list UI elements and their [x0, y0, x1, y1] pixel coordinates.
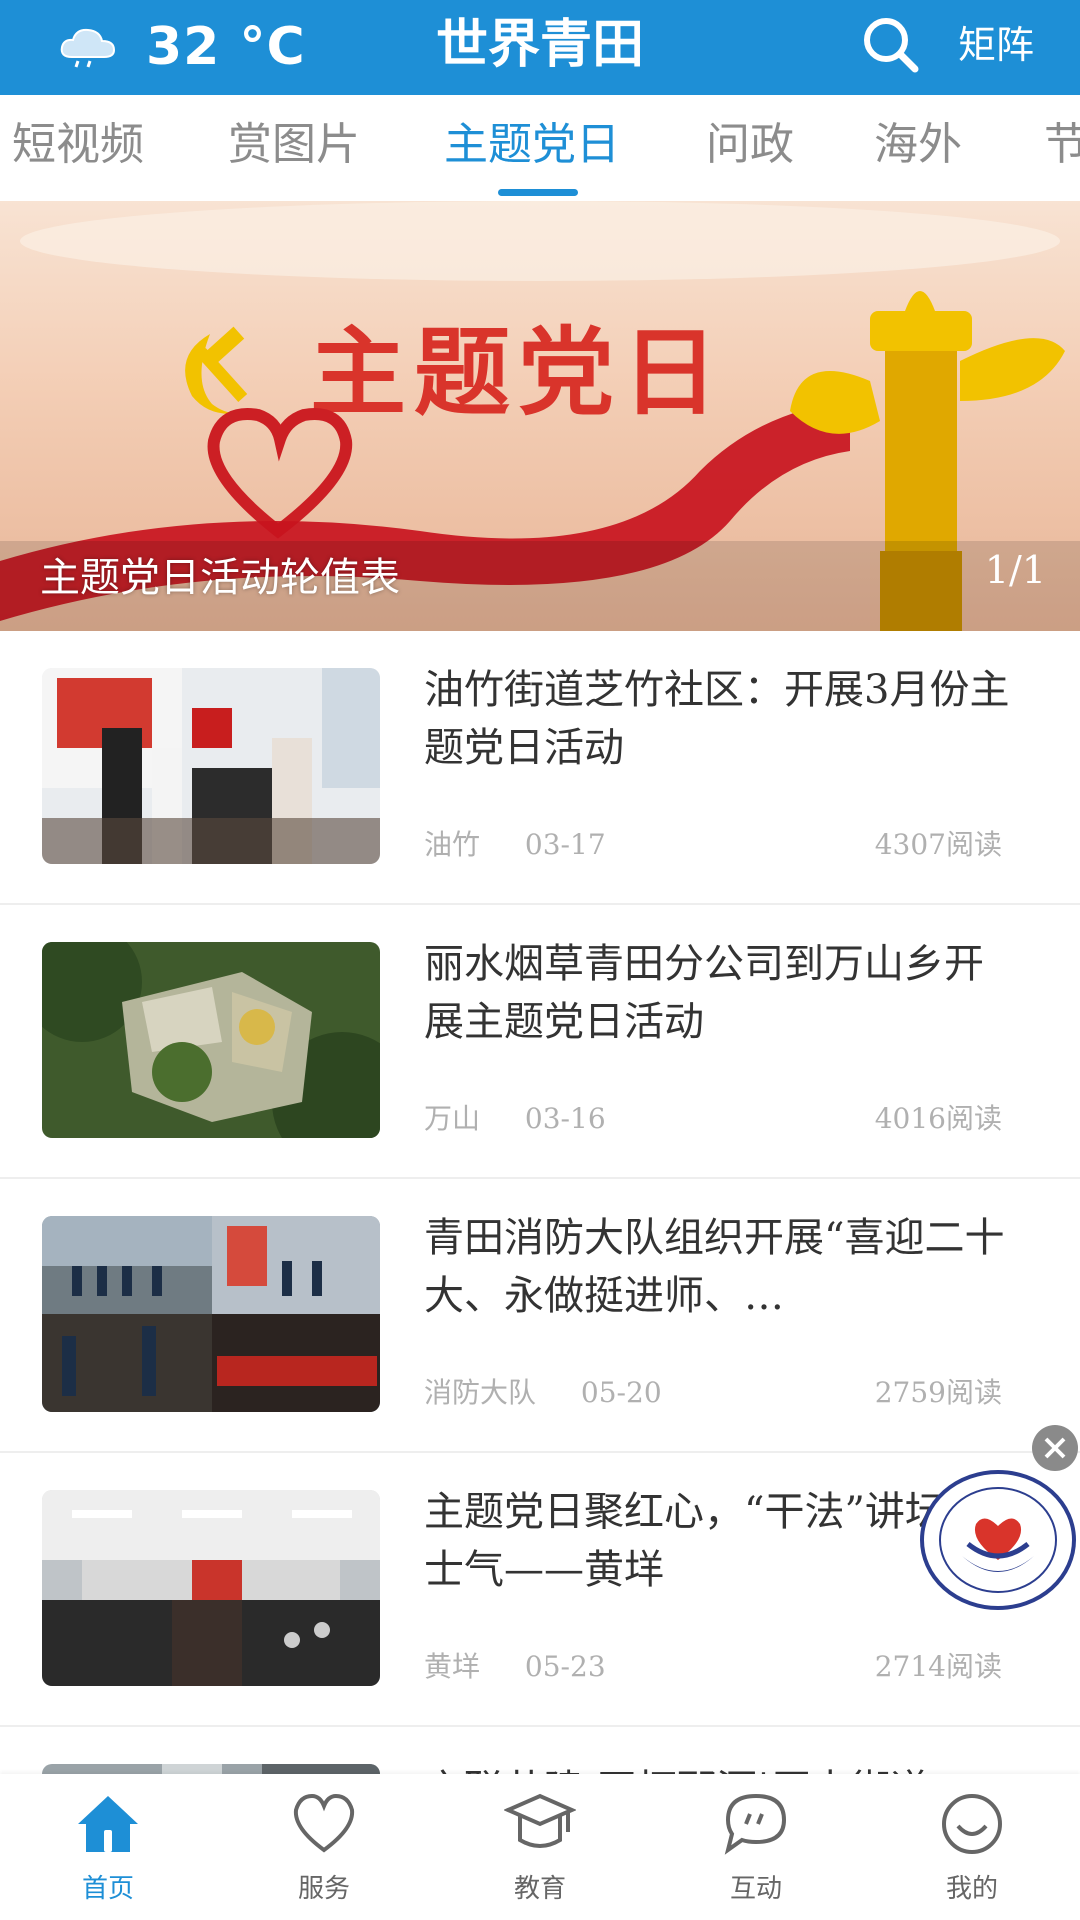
news-date: 05-20 [580, 1376, 662, 1409]
list-item[interactable]: 油竹街道芝竹社区：开展3月份主题党日活动 油竹 03-17 4307阅读 [0, 631, 1080, 905]
news-title: 丽水烟草青田分公司到万山乡开展主题党日活动 [424, 941, 984, 1045]
news-title: 油竹街道芝竹社区：开展3月份主题党日活动 [424, 667, 1010, 771]
home-icon [78, 1796, 138, 1852]
tab-overseas[interactable]: 海外 [874, 117, 962, 173]
tab-short-video[interactable]: 短视频 [12, 117, 144, 173]
news-date: 03-17 [524, 828, 606, 861]
nav-label: 我的 [945, 1874, 998, 1904]
matrix-button[interactable]: 矩阵 [958, 20, 1034, 70]
close-icon[interactable] [1032, 1425, 1078, 1471]
tab-party-day[interactable]: 主题党日 [444, 117, 620, 173]
search-icon[interactable] [860, 14, 922, 76]
news-date: 03-16 [524, 1102, 606, 1135]
foundation-badge[interactable] [918, 1468, 1078, 1612]
nav-interact[interactable]: 互动 [648, 1774, 864, 1920]
news-read-count: 4016阅读 [874, 1102, 1002, 1135]
tab-inquiry[interactable]: 问政 [706, 117, 794, 173]
news-thumbnail [42, 1216, 380, 1412]
nav-label: 首页 [81, 1874, 134, 1904]
nav-label: 服务 [297, 1874, 350, 1904]
nav-mine[interactable]: 我的 [864, 1774, 1080, 1920]
news-date: 05-23 [524, 1650, 606, 1683]
news-read-count: 4307阅读 [874, 828, 1002, 861]
temperature-label: 32 °C [146, 17, 306, 77]
chat-bubble-icon [724, 1793, 787, 1855]
news-source: 万山 [424, 1102, 481, 1135]
nav-home[interactable]: 首页 [0, 1774, 216, 1920]
news-thumbnail [42, 668, 380, 864]
news-source: 黄垟 [424, 1650, 481, 1683]
news-source: 油竹 [424, 828, 481, 861]
nav-education[interactable]: 教育 [432, 1774, 648, 1920]
news-read-count: 2714阅读 [874, 1650, 1002, 1683]
news-meta: 消防大队 05-20 2759阅读 [424, 1371, 1002, 1411]
banner-page-indicator: 1/1 [984, 548, 1046, 592]
news-read-count: 2759阅读 [874, 1376, 1002, 1409]
news-meta: 万山 03-16 4016阅读 [424, 1097, 1002, 1137]
weather-widget[interactable]: 32 °C [58, 12, 306, 82]
channel-tabs: 短视频 赏图片 主题党日 问政 海外 节 [0, 95, 1080, 201]
tab-festival[interactable]: 节 [1044, 117, 1080, 173]
nav-label: 互动 [729, 1874, 782, 1904]
news-list: 油竹街道芝竹社区：开展3月份主题党日活动 油竹 03-17 4307阅读 丽水烟… [0, 631, 1080, 1800]
news-thumbnail [42, 1490, 380, 1686]
graduation-cap-icon [504, 1793, 576, 1848]
bottom-navigation: 首页 服务 教育 互动 我的 [0, 1774, 1080, 1920]
cloud-rain-icon [60, 28, 116, 68]
banner-headline: 主题党日 [310, 316, 726, 429]
news-source: 消防大队 [424, 1376, 537, 1409]
tab-pictures[interactable]: 赏图片 [228, 117, 360, 173]
news-thumbnail [42, 942, 380, 1138]
news-title: 青田消防大队组织开展“喜迎二十大、永做挺进师、… [424, 1215, 1005, 1319]
nav-label: 教育 [513, 1874, 566, 1904]
active-tab-indicator [498, 189, 578, 196]
list-item[interactable]: 丽水烟草青田分公司到万山乡开展主题党日活动 万山 03-16 4016阅读 [0, 905, 1080, 1179]
news-meta: 黄垟 05-23 2714阅读 [424, 1645, 1002, 1685]
news-meta: 油竹 03-17 4307阅读 [424, 823, 1002, 863]
top-bar: 32 °C 世界青田 矩阵 [0, 0, 1080, 95]
smiley-icon [942, 1794, 1002, 1854]
banner-caption: 主题党日活动轮值表 [40, 555, 400, 601]
heart-icon [293, 1793, 355, 1853]
party-emblem-icon [185, 326, 250, 414]
list-item[interactable]: 青田消防大队组织开展“喜迎二十大、永做挺进师、… 消防大队 05-20 2759… [0, 1179, 1080, 1453]
nav-service[interactable]: 服务 [216, 1774, 432, 1920]
